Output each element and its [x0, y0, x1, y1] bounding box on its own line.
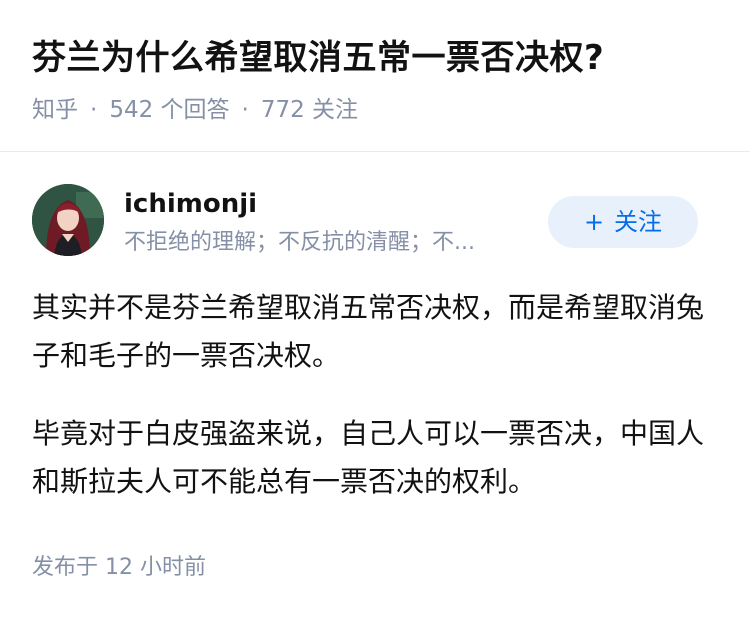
follower-count[interactable]: 772 关注 [261, 97, 358, 123]
author-bio: 不拒绝的理解；不反抗的清醒；不... [124, 230, 475, 255]
answer-content[interactable]: 其实并不是芬兰希望取消五常否决权，而是希望取消兔子和毛子的一票否决权。 毕竟对于… [32, 284, 718, 536]
avatar-image [32, 184, 104, 256]
meta-separator: · [90, 97, 98, 123]
meta-separator: · [241, 97, 249, 123]
plus-icon: + [583, 208, 605, 236]
author-info: ichimonji 不拒绝的理解；不反抗的清醒；不... + 关注 [32, 184, 722, 264]
follow-label: 关注 [614, 208, 663, 236]
answer-count[interactable]: 542 个回答 [109, 97, 229, 123]
answer-timestamp: 发布于 12 小时前 [32, 555, 206, 580]
answer-paragraph: 其实并不是芬兰希望取消五常否决权，而是希望取消兔子和毛子的一票否决权。 [32, 291, 705, 372]
source-label[interactable]: 知乎 [32, 97, 78, 123]
author-name[interactable]: ichimonji [124, 186, 257, 222]
question-header: 芬兰为什么希望取消五常一票否决权? 知乎 · 542 个回答 · 772 关注 [0, 0, 750, 152]
question-meta: 知乎 · 542 个回答 · 772 关注 [32, 92, 358, 128]
follow-button[interactable]: + 关注 [548, 196, 698, 248]
question-title[interactable]: 芬兰为什么希望取消五常一票否决权? [32, 32, 604, 84]
answer-paragraph: 毕竟对于白皮强盗来说，自己人可以一票否决，中国人和斯拉夫人可不能总有一票否决的权… [32, 417, 705, 498]
avatar[interactable] [32, 184, 104, 256]
